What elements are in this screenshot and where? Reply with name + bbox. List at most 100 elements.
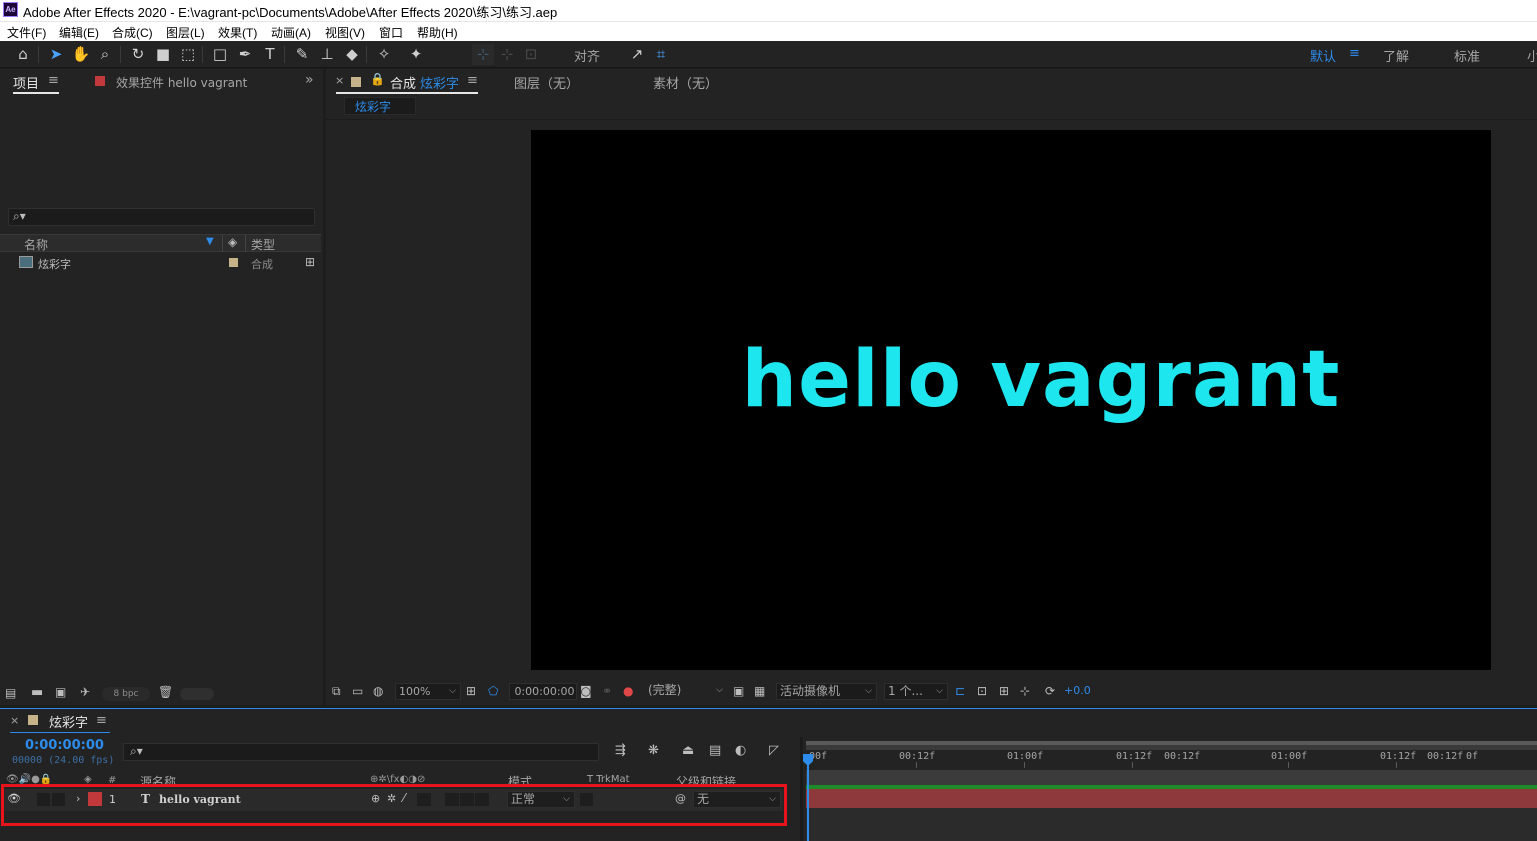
project-footer: ▤ ▬ ▣ ✈ 8 bpc 🗑 [0, 684, 321, 704]
graph-editor-icon[interactable]: ◸ [769, 743, 779, 758]
sort-descending-icon[interactable]: ▼ [206, 236, 214, 247]
timecode-field[interactable]: 0:00:00:00 [509, 683, 577, 700]
tab-project[interactable]: 项目 [13, 73, 39, 92]
zoom-tool-icon[interactable]: ⌕ [94, 44, 116, 65]
lock-icon[interactable]: 🔒 [370, 72, 385, 86]
menu-edit[interactable]: 编辑(E) [59, 24, 99, 41]
project-panel-menu-icon[interactable]: ≡ [48, 73, 59, 88]
resolution-dropdown[interactable]: (完整) ⌵ [645, 683, 727, 700]
workspace-default[interactable]: 默认 [1310, 46, 1336, 65]
shy-layers-icon[interactable]: ⏏ [682, 743, 694, 758]
time-navigator[interactable] [806, 741, 1537, 745]
menu-help[interactable]: 帮助(H) [417, 24, 458, 41]
comp-breadcrumb[interactable]: 炫彩字 [344, 97, 416, 115]
composition-flowchart-icon[interactable]: ⇶ [615, 743, 626, 758]
current-time-display[interactable]: 0:00:00:00 [25, 738, 104, 753]
workspace-small[interactable]: 小 [1527, 46, 1537, 65]
snap-options-icon[interactable]: ↗ [626, 44, 648, 65]
local-axis-icon[interactable]: ⊹ [472, 44, 494, 65]
column-type-header[interactable]: 类型 [251, 236, 275, 253]
label-tag-icon[interactable]: ◈ [228, 235, 237, 249]
menu-layer[interactable]: 图层(L) [166, 24, 205, 41]
column-name-header[interactable]: 名称 [24, 236, 48, 253]
flowchart-icon[interactable]: ⊹ [1020, 684, 1030, 698]
toggle-mask-path-icon[interactable]: ⬠ [488, 684, 498, 698]
panel-overflow-icon[interactable]: » [305, 72, 314, 88]
roto-brush-tool-icon[interactable]: ✧ [373, 44, 395, 65]
rectangle-tool-icon[interactable]: □ [209, 44, 231, 65]
pen-tool-icon[interactable]: ✒ [234, 44, 256, 65]
show-snapshot-icon[interactable]: ⚭ [602, 684, 612, 698]
menu-file[interactable]: 文件(F) [7, 24, 46, 41]
clone-stamp-tool-icon[interactable]: ⊥ [316, 44, 338, 65]
close-tab-icon[interactable]: × [10, 714, 19, 727]
flowchart-icon[interactable]: ⊞ [305, 255, 315, 269]
toggle-pixel-aspect-icon[interactable]: ⊏ [955, 684, 965, 698]
channel-rgb-icon[interactable]: ● [623, 684, 633, 698]
region-of-interest-icon[interactable]: ▣ [733, 684, 744, 698]
workspace-standard[interactable]: 标准 [1454, 46, 1480, 65]
bit-depth-button[interactable]: 8 bpc [102, 687, 150, 701]
workspace-learn[interactable]: 了解 [1383, 46, 1409, 65]
workspace-menu-icon[interactable]: ≡ [1349, 46, 1360, 61]
trash-icon[interactable]: 🗑 [158, 685, 173, 699]
puppet-pin-tool-icon[interactable]: ✦ [405, 44, 427, 65]
tab-timeline-comp[interactable]: 炫彩字 [49, 712, 88, 731]
camera-tool-icon[interactable]: ■ [152, 44, 174, 65]
new-folder-icon[interactable]: ▬ [31, 685, 43, 700]
menu-animation[interactable]: 动画(A) [271, 24, 311, 41]
draft-3d-icon[interactable]: ❋ [648, 743, 659, 758]
eraser-tool-icon[interactable]: ◆ [341, 44, 363, 65]
composition-canvas[interactable]: hello vagrant [531, 130, 1491, 670]
composition-panel-menu-icon[interactable]: ≡ [467, 73, 478, 88]
playhead-line[interactable] [807, 764, 809, 841]
view-layout-dropdown[interactable]: 1 个... ⌵ [884, 683, 948, 700]
menu-window[interactable]: 窗口 [379, 24, 403, 41]
selection-tool-icon[interactable]: ➤ [45, 44, 67, 65]
window-titlebar: Ae Adobe After Effects 2020 - E:\vagrant… [0, 0, 1537, 21]
motion-blur-icon[interactable]: ◐ [735, 743, 746, 758]
close-tab-icon[interactable]: × [335, 74, 344, 87]
interpret-footage-icon[interactable]: ▤ [5, 686, 16, 700]
home-icon[interactable]: ⌂ [12, 44, 34, 65]
title-action-safe-icon[interactable]: ⊞ [466, 684, 476, 698]
view-axis-icon[interactable]: ⊡ [520, 44, 542, 65]
tab-composition[interactable]: 合成 [390, 73, 416, 92]
menu-view[interactable]: 视图(V) [325, 24, 365, 41]
always-preview-icon[interactable]: ⧉ [332, 684, 341, 698]
frame-blending-icon[interactable]: ▤ [709, 743, 721, 758]
text-tool-icon[interactable]: T [259, 44, 281, 65]
thumbnail-toggle[interactable] [180, 688, 214, 700]
hand-tool-icon[interactable]: ✋ [70, 44, 92, 65]
project-item-row[interactable]: 炫彩字 合成 ⊞ [0, 254, 321, 271]
new-composition-icon[interactable]: ▣ [55, 685, 66, 699]
menu-composition[interactable]: 合成(C) [112, 24, 153, 41]
pan-behind-tool-icon[interactable]: ⬚ [177, 44, 199, 65]
reset-exposure-icon[interactable]: ⟳ [1045, 684, 1055, 698]
zoom-dropdown[interactable]: 100% ⌵ [395, 683, 461, 700]
timeline-menu-icon[interactable]: ≡ [96, 713, 107, 728]
timeline-icon[interactable]: ⊞ [999, 684, 1009, 698]
snap-target-icon[interactable]: ⌗ [650, 44, 672, 65]
tab-effect-controls[interactable]: 效果控件 hello vagrant [116, 74, 247, 91]
timeline-search-input[interactable]: ⌕▾ [123, 743, 599, 761]
snapshot-camera-icon[interactable]: ◙ [580, 684, 592, 698]
mask-visibility-icon[interactable]: ◍ [373, 684, 383, 698]
project-search-input[interactable]: ⌕▾ [8, 208, 315, 226]
layer-duration-bar[interactable] [806, 789, 1537, 808]
item-label-swatch[interactable] [229, 258, 238, 267]
tab-footage[interactable]: 素材（无） [653, 73, 718, 92]
canvas-text-layer[interactable]: hello vagrant [531, 330, 1491, 430]
fast-previews-icon[interactable]: ⊡ [977, 684, 987, 698]
brush-tool-icon[interactable]: ✎ [291, 44, 313, 65]
camera-view-dropdown[interactable]: 活动摄像机 ⌵ [776, 683, 877, 700]
rotate-tool-icon[interactable]: ↻ [127, 44, 149, 65]
tab-composition-name[interactable]: 炫彩字 [420, 73, 459, 92]
exposure-value[interactable]: +0.0 [1064, 684, 1091, 698]
tab-layer[interactable]: 图层（无） [514, 73, 579, 92]
render-queue-icon[interactable]: ✈ [80, 685, 90, 699]
transparency-grid-icon[interactable]: ▦ [754, 684, 765, 698]
menu-effect[interactable]: 效果(T) [218, 24, 257, 41]
monitor-icon[interactable]: ▭ [352, 684, 363, 698]
world-axis-icon[interactable]: ⊹ [496, 44, 518, 65]
